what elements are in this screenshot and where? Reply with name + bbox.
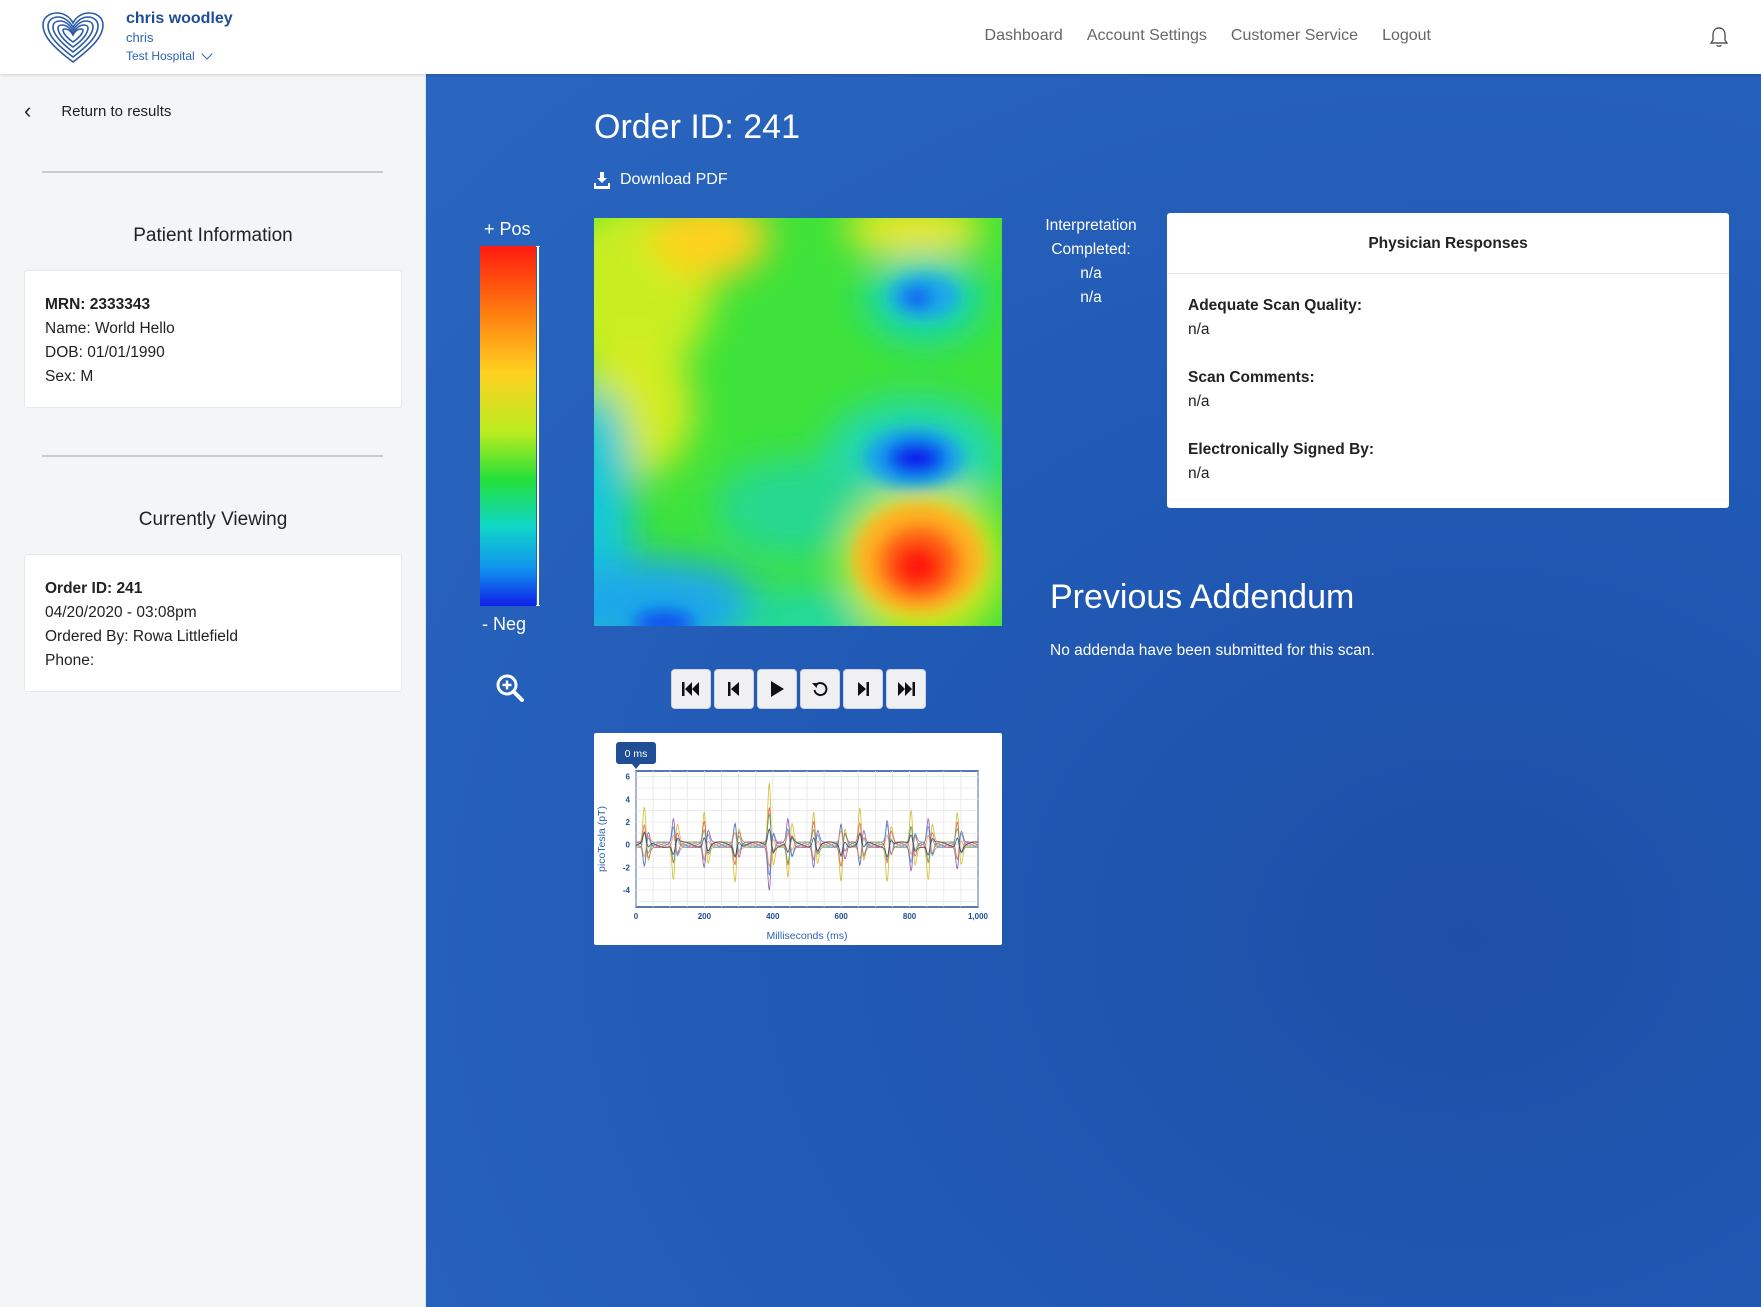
scale-neg-label: - Neg [482,614,527,634]
waveform-chart[interactable]: 6 4 2 0 -2 -4 0 200 400 600 800 1,000 picoTesla (p… [594,733,1002,945]
nav-customer-service[interactable]: Customer Service [1231,27,1358,45]
response-answer: n/a [1188,393,1210,410]
step-back-button[interactable] [714,669,754,709]
cursor-badge-pointer [632,764,640,769]
x-axis-label: Milliseconds (ms) [766,930,847,942]
download-label: Download PDF [620,171,728,188]
interp-value: n/a [1080,265,1102,282]
top-nav: Dashboard Account Settings Customer Serv… [985,27,1431,45]
x-tick-labels: 0 200 400 600 800 1,000 [634,912,989,921]
hospital-selector[interactable]: Test Hospital [126,48,233,63]
interp-value: n/a [1080,289,1102,306]
viewing-phone: Phone: [45,652,95,669]
heart-logo-icon[interactable] [42,12,104,64]
skip-to-end-button[interactable] [886,669,926,709]
page-title: Order ID: 241 [594,108,800,146]
hospital-name: Test Hospital [126,49,195,63]
bell-icon[interactable] [1708,26,1730,48]
x-tick-label: 800 [903,912,917,921]
y-tick-label: 2 [626,818,631,827]
skip-end-icon [898,682,915,696]
field-map-heatmap[interactable] [594,218,1002,626]
y-tick-label: 6 [626,773,631,782]
patient-dob: DOB: 01/01/1990 [45,344,165,361]
interp-line: Completed: [1051,241,1131,258]
reset-button[interactable] [800,669,840,709]
y-tick-label: 4 [626,795,631,804]
patient-sex: Sex: M [45,368,94,385]
y-tick-label: -4 [623,886,631,895]
skip-start-icon [682,682,699,696]
patient-info-title: Patient Information [133,225,293,246]
physician-responses-title: Physician Responses [1167,213,1729,274]
divider [42,455,383,457]
viewing-datetime: 04/20/2020 - 03:08pm [45,604,197,621]
currently-viewing-title: Currently Viewing [138,509,288,530]
y-tick-label: -2 [623,863,631,872]
step-forward-button[interactable] [843,669,883,709]
response-question: Adequate Scan Quality: [1188,297,1362,314]
user-name: chris woodley [126,10,233,27]
interp-line: Interpretation [1045,217,1137,234]
x-tick-label: 1,000 [968,912,989,921]
step-forward-icon [858,682,869,696]
main-panel: Order ID: 241 Download PDF + Pos - Neg 6… [426,74,1761,1307]
download-pdf-button[interactable]: Download PDF [594,171,728,189]
top-bar: chris woodley chris Test Hospital Dashbo… [0,0,1761,74]
step-back-icon [728,682,739,696]
response-answer: n/a [1188,321,1210,338]
addendum-empty-message: No addenda have been submitted for this … [1050,642,1375,659]
chevron-down-icon [201,48,213,60]
sidebar: ‹ Return to results Patient Information … [0,74,426,1307]
download-icon [594,171,610,189]
chevron-left-icon: ‹ [24,98,32,123]
play-icon [771,681,784,697]
nav-dashboard[interactable]: Dashboard [985,27,1063,45]
playback-controls [671,669,926,709]
patient-info-card: MRN: 2333343 Name: World Hello DOB: 01/0… [24,270,402,408]
return-label: Return to results [61,102,172,120]
x-tick-label: 600 [835,912,849,921]
cursor-label: 0 ms [625,748,648,760]
previous-addendum-title: Previous Addendum [1050,578,1355,616]
reset-icon [812,682,828,697]
play-button[interactable] [757,669,797,709]
currently-viewing-card: Order ID: 241 04/20/2020 - 03:08pm Order… [24,554,402,692]
waveform-chart-card: 6 4 2 0 -2 -4 0 200 400 600 800 1,000 picoTesla (p… [594,733,1002,945]
nav-account-settings[interactable]: Account Settings [1087,27,1207,45]
skip-to-start-button[interactable] [671,669,711,709]
divider [42,171,383,173]
y-tick-labels: 6 4 2 0 -2 -4 [623,773,631,895]
color-scale-bar [480,246,540,606]
response-question: Electronically Signed By: [1188,441,1375,458]
scale-pos-label: + Pos [484,219,531,239]
zoom-in-icon[interactable] [496,674,524,702]
interpretation-status: Interpretation Completed: n/a n/a [1036,214,1146,310]
nav-logout[interactable]: Logout [1382,27,1431,45]
y-tick-label: 0 [626,841,631,850]
x-tick-label: 200 [698,912,712,921]
patient-name: Name: World Hello [45,320,175,337]
time-cursor-badge[interactable]: 0 ms [616,742,656,769]
viewing-order-id: Order ID: 241 [45,580,143,597]
physician-responses-card: Physician Responses Adequate Scan Qualit… [1167,213,1729,508]
return-to-results-link[interactable]: ‹ Return to results [24,98,172,123]
x-tick-label: 400 [766,912,780,921]
user-username: chris [126,30,154,45]
patient-mrn: MRN: 2333343 [45,296,151,313]
response-question: Scan Comments: [1188,369,1315,386]
viewing-ordered-by: Ordered By: Rowa Littlefield [45,628,238,645]
x-tick-label: 0 [634,912,639,921]
user-menu[interactable]: chris woodley chris Test Hospital [126,10,233,63]
y-axis-label: picoTesla (pT) [596,806,608,872]
response-answer: n/a [1188,465,1210,482]
